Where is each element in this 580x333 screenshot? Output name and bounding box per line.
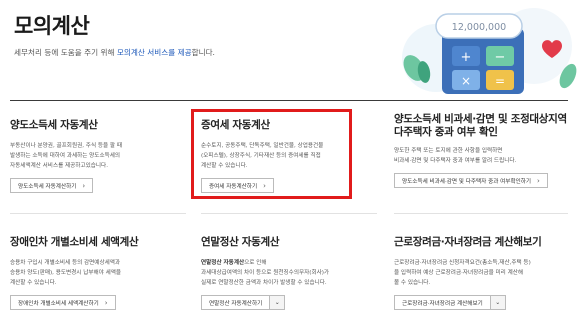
calculator-display-amount: 12,000,000 [452, 22, 506, 33]
calculator-illustration: 12,000,000 + − × = [402, 8, 577, 94]
chevron-right-icon: › [82, 181, 86, 190]
page-description: 세무처리 등에 도움을 주기 위해 모의계산 서비스를 제공합니다. [14, 48, 215, 57]
card-title: 근로장려금·자녀장려금 계산해보기 [394, 236, 542, 248]
page-title: 모의계산 [14, 14, 90, 38]
chevron-right-icon: › [537, 176, 540, 185]
row-divider [10, 213, 186, 214]
card-year-end-settlement: 연말정산 자동계산 연말정산 자동계산으로 인해 과세대상급여액의 차이 등으로… [201, 236, 329, 310]
card-description: 승용차 구입시 개별소비세 등의 감면예상세액과 승용차 양도(판매), 용도변… [10, 260, 122, 286]
chevron-down-icon[interactable]: ⌄ [490, 295, 506, 310]
card-title-line-2: 다주택자 중과 여부 확인 [394, 126, 498, 138]
year-end-settlement-select[interactable]: 연말정산 자동계산하기 ⌄ [201, 295, 286, 310]
card-tax-exemption-check: 양도소득세 비과세·감면 및 조정대상지역 다주택자 중과 여부 확인 양도한 … [394, 113, 567, 188]
row-divider [201, 213, 377, 214]
chevron-down-icon[interactable]: ⌄ [270, 295, 286, 310]
disabled-car-tax-calc-button[interactable]: 장애인차 개별소비세 세액계산하기 › [10, 295, 116, 310]
card-earned-income-credit: 근로장려금·자녀장려금 계산해보기 근로장려금·자녀장려금 신청자격요건(총소득… [394, 236, 542, 310]
tax-exemption-check-button[interactable]: 양도소득세 비과세·감면 및 다주택자 중과 여부확인하기 › [394, 173, 548, 188]
svg-text:−: − [495, 50, 506, 65]
card-description: 부동산이나 분양권, 골프회원권, 주식 등을 팔 때 발생하는 소득에 대하여… [10, 143, 123, 169]
row-divider [394, 213, 568, 214]
capital-gains-calc-button[interactable]: 양도소득세 자동계산하기 › [10, 178, 94, 193]
svg-text:=: = [495, 74, 505, 88]
highlight-box [191, 109, 352, 199]
svg-text:+: + [461, 50, 472, 65]
card-disabled-car-excise-tax: 장애인차 개별소비세 세액계산 승용차 구입시 개별소비세 등의 감면예상세액과… [10, 236, 139, 310]
card-capital-gains-tax: 양도소득세 자동계산 부동산이나 분양권, 골프회원권, 주식 등을 팔 때 발… [10, 119, 122, 193]
card-description: 양도한 주택 또는 토지에 관한 사항을 입력하면 비과세·감면 및 다주택자 … [394, 148, 517, 164]
card-description: 연말정산 자동계산으로 인해 과세대상급여액의 차이 등으로 원천징수의무자(회… [201, 260, 330, 286]
earned-income-credit-select[interactable]: 근로장려금·자녀장려금 계산해보기 ⌄ [394, 295, 506, 310]
card-title: 양도소득세 자동계산 [10, 119, 98, 131]
card-description: 근로장려금·자녀장려금 신청자격요건(총소득,재산,주택 등) 을 입력하여 예… [394, 260, 531, 286]
card-title-line-1: 양도소득세 비과세·감면 및 조정대상지역 [394, 113, 567, 125]
header-divider [10, 100, 568, 101]
card-title: 장애인차 개별소비세 세액계산 [10, 236, 139, 248]
card-title: 연말정산 자동계산 [201, 236, 280, 248]
description-highlight: 모의계산 서비스를 제공 [116, 48, 192, 57]
svg-text:×: × [461, 74, 471, 88]
page-header: 모의계산 세무처리 등에 도움을 주기 위해 모의계산 서비스를 제공합니다. … [0, 0, 580, 100]
chevron-right-icon: › [104, 298, 108, 307]
